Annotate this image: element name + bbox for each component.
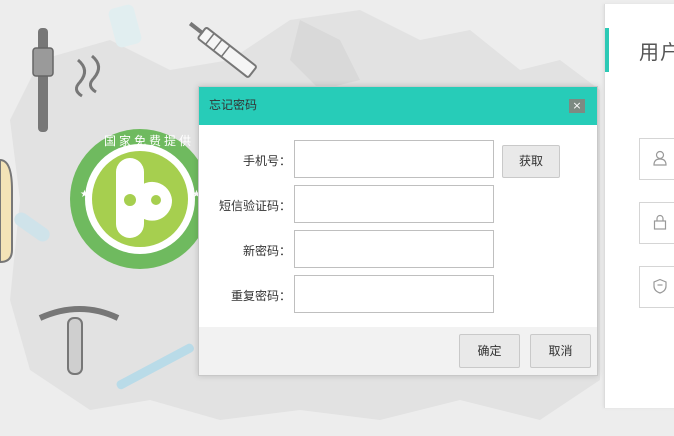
new-password-row: 新密码： xyxy=(199,230,597,270)
login-panel: 用户 xyxy=(604,4,674,408)
user-icon xyxy=(653,150,667,166)
star-icon: ★ xyxy=(80,189,89,200)
phone-label: 手机号： xyxy=(242,154,291,168)
new-password-input[interactable] xyxy=(294,230,494,268)
lock-icon xyxy=(653,214,667,230)
sms-code-row: 短信验证码： xyxy=(199,185,597,225)
panel-accent-bar xyxy=(605,28,609,72)
shield-icon xyxy=(653,278,667,294)
forgot-password-dialog: 忘记密码 × 手机号： 获取 短信验证码： 新密码： 重复密码： 确定 取消 xyxy=(198,86,598,376)
repeat-password-row: 重复密码： xyxy=(199,275,597,315)
sms-code-label: 短信验证码： xyxy=(218,199,291,213)
new-password-label: 新密码： xyxy=(242,244,291,258)
get-code-button[interactable]: 获取 xyxy=(502,145,560,178)
close-icon[interactable]: × xyxy=(569,99,585,113)
phone-input[interactable] xyxy=(294,140,494,178)
dialog-footer: 确定 取消 xyxy=(199,327,597,375)
dialog-title: 忘记密码 xyxy=(209,98,258,112)
sms-code-input[interactable] xyxy=(294,185,494,223)
captcha-field[interactable] xyxy=(639,266,674,308)
panel-title: 用户 xyxy=(639,40,674,64)
repeat-password-input[interactable] xyxy=(294,275,494,313)
confirm-button[interactable]: 确定 xyxy=(459,334,520,368)
cancel-button[interactable]: 取消 xyxy=(530,334,591,368)
username-field[interactable] xyxy=(639,138,674,180)
badge-lettering: 国家免费提供 ★ ★ xyxy=(80,134,201,200)
repeat-password-label: 重复密码： xyxy=(230,289,291,303)
dialog-header: 忘记密码 × xyxy=(199,87,597,125)
password-field[interactable] xyxy=(639,202,674,244)
